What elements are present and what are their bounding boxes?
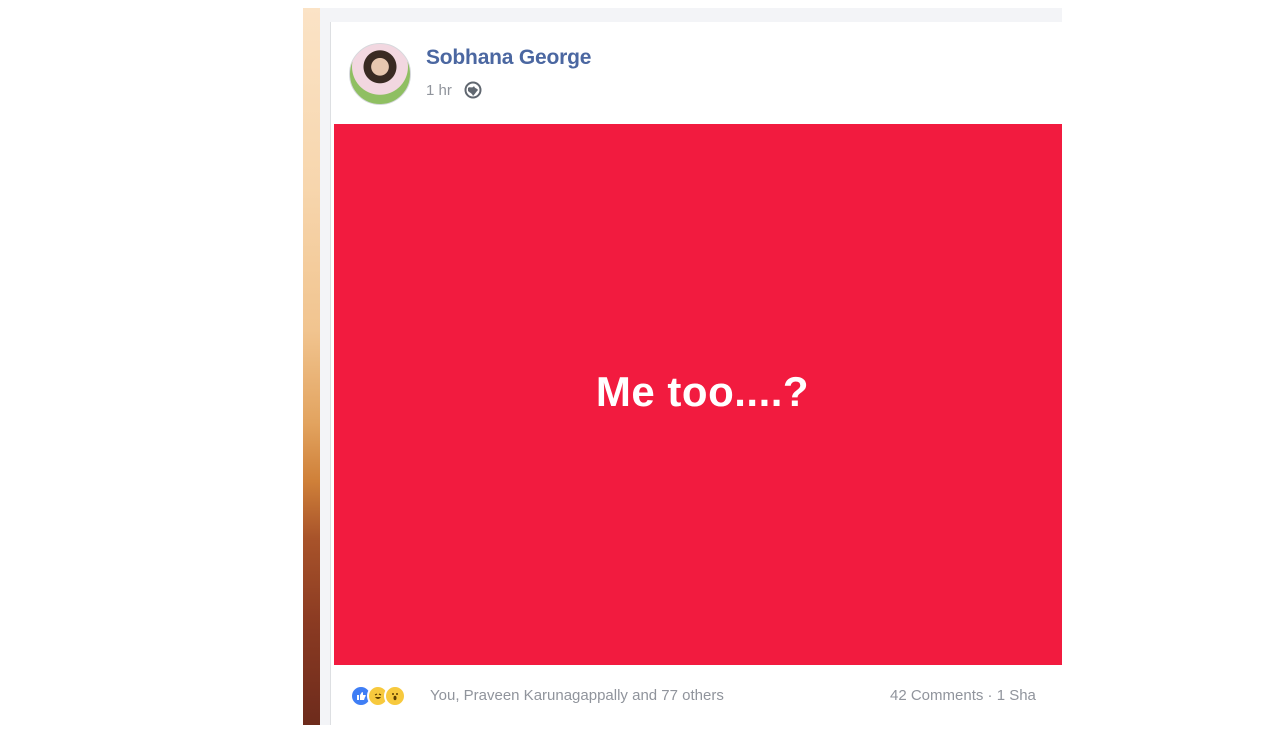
post-footer: You, Praveen Karunagappally and 77 other…: [331, 665, 1062, 725]
globe-icon[interactable]: [464, 81, 482, 99]
post-header: Sobhana George 1 hr: [331, 22, 1062, 124]
avatar[interactable]: [349, 43, 411, 105]
wow-icon[interactable]: [384, 685, 406, 707]
post-meta: 1 hr: [426, 79, 482, 101]
facebook-post: Sobhana George 1 hr Me too....? You, Pra…: [330, 22, 1062, 725]
reaction-icons[interactable]: [350, 685, 406, 707]
reactors-summary[interactable]: You, Praveen Karunagappally and 77 other…: [430, 687, 724, 704]
screenshot-frame: Sobhana George 1 hr Me too....? You, Pra…: [303, 8, 1062, 725]
post-timestamp[interactable]: 1 hr: [426, 82, 452, 99]
post-content-background: Me too....?: [334, 124, 1062, 665]
post-stats[interactable]: 42 Comments · 1 Sha: [890, 687, 1036, 704]
post-text: Me too....?: [595, 368, 810, 415]
background-photo-strip: [303, 8, 320, 725]
author-name[interactable]: Sobhana George: [426, 46, 591, 70]
